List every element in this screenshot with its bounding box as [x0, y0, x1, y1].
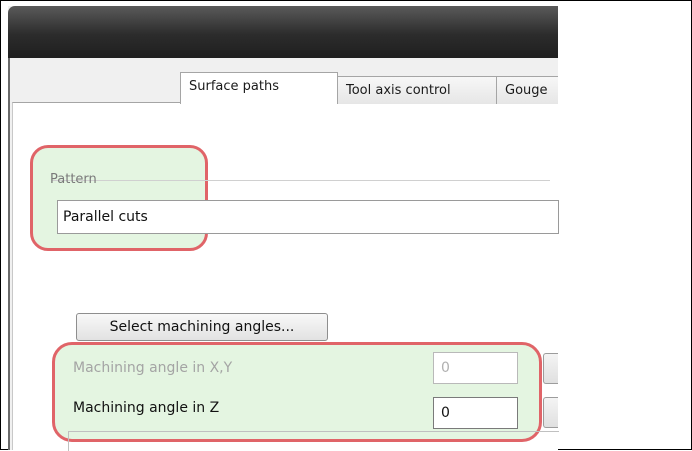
- select-machining-angles-button[interactable]: Select machining angles...: [76, 313, 328, 341]
- tab-tool-axis-control[interactable]: Tool axis control: [337, 76, 497, 104]
- tab-surface-paths[interactable]: Surface paths: [180, 72, 338, 104]
- pattern-group-border: [52, 180, 550, 181]
- machining-angle-xy-side-button[interactable]: [543, 353, 558, 384]
- machining-angle-z-side-button[interactable]: [543, 397, 558, 428]
- machining-angle-xy-field: 0: [433, 352, 518, 384]
- pattern-highlight: [30, 145, 208, 251]
- machining-angle-z-label: Machining angle in Z: [73, 400, 220, 416]
- pattern-select[interactable]: Parallel cuts: [57, 200, 559, 234]
- machining-angle-z-field[interactable]: 0: [433, 397, 518, 429]
- tab-gouge[interactable]: Gouge: [496, 76, 558, 104]
- angles-group-border: [68, 431, 559, 451]
- title-bar[interactable]: [8, 6, 558, 58]
- machining-angle-xy-label: Machining angle in X,Y: [73, 360, 233, 376]
- pattern-group-label: Pattern: [50, 172, 97, 187]
